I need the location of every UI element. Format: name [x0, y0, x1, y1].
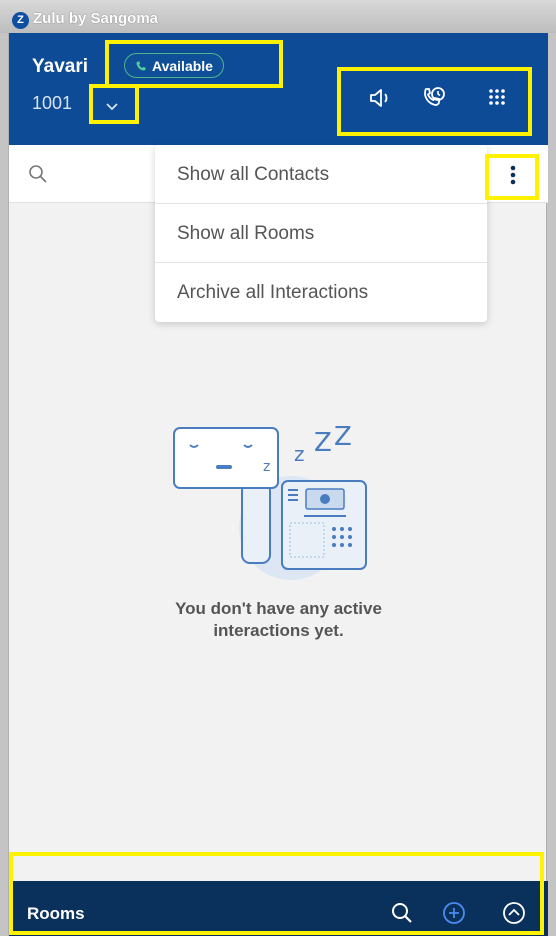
- window-title: Zulu by Sangoma: [33, 10, 159, 27]
- speaker-icon[interactable]: [367, 85, 393, 111]
- empty-state-message: You don't have any active interactions y…: [9, 598, 548, 642]
- zulu-window: Z Zulu by Sangoma Yavari Available 1001: [0, 0, 556, 936]
- more-options-button[interactable]: [494, 156, 532, 194]
- menu-item-show-contacts[interactable]: Show all Contacts: [155, 145, 487, 204]
- dialpad-icon[interactable]: [484, 85, 510, 111]
- sleeping-phone-illustration: z z Z Z: [173, 423, 367, 580]
- user-name: Yavari: [32, 56, 88, 77]
- status-button[interactable]: Available: [124, 53, 224, 78]
- empty-state-line-1: You don't have any active: [175, 599, 382, 618]
- interactions-menu: Show all Contacts Show all Rooms Archive…: [155, 145, 487, 322]
- user-header: Yavari Available 1001: [9, 33, 548, 145]
- vertical-dots-icon: [510, 165, 516, 185]
- chevron-down-icon[interactable]: [105, 99, 119, 113]
- menu-item-show-rooms[interactable]: Show all Rooms: [155, 204, 487, 263]
- extension-number: 1001: [32, 93, 73, 113]
- call-history-icon[interactable]: [421, 85, 447, 111]
- app-content: Yavari Available 1001 Show all Contacts …: [8, 33, 548, 936]
- svg-text:Z: Z: [314, 428, 332, 458]
- rooms-title: Rooms: [27, 904, 85, 923]
- title-bar: Z Zulu by Sangoma: [0, 0, 556, 33]
- status-label: Available: [152, 57, 213, 74]
- svg-text:Z: Z: [334, 423, 352, 452]
- app-logo: Z: [12, 12, 29, 29]
- chevron-up-circle-icon[interactable]: [501, 900, 527, 926]
- phone-icon: [136, 61, 146, 70]
- menu-item-archive-interactions[interactable]: Archive all Interactions: [155, 263, 487, 322]
- svg-text:z: z: [294, 442, 305, 466]
- rooms-footer: Rooms: [9, 881, 548, 936]
- add-circle-icon[interactable]: [441, 900, 467, 926]
- empty-state-line-2: interactions yet.: [213, 621, 344, 640]
- svg-text:z: z: [263, 459, 270, 475]
- search-icon[interactable]: [28, 164, 48, 184]
- search-icon[interactable]: [389, 900, 415, 926]
